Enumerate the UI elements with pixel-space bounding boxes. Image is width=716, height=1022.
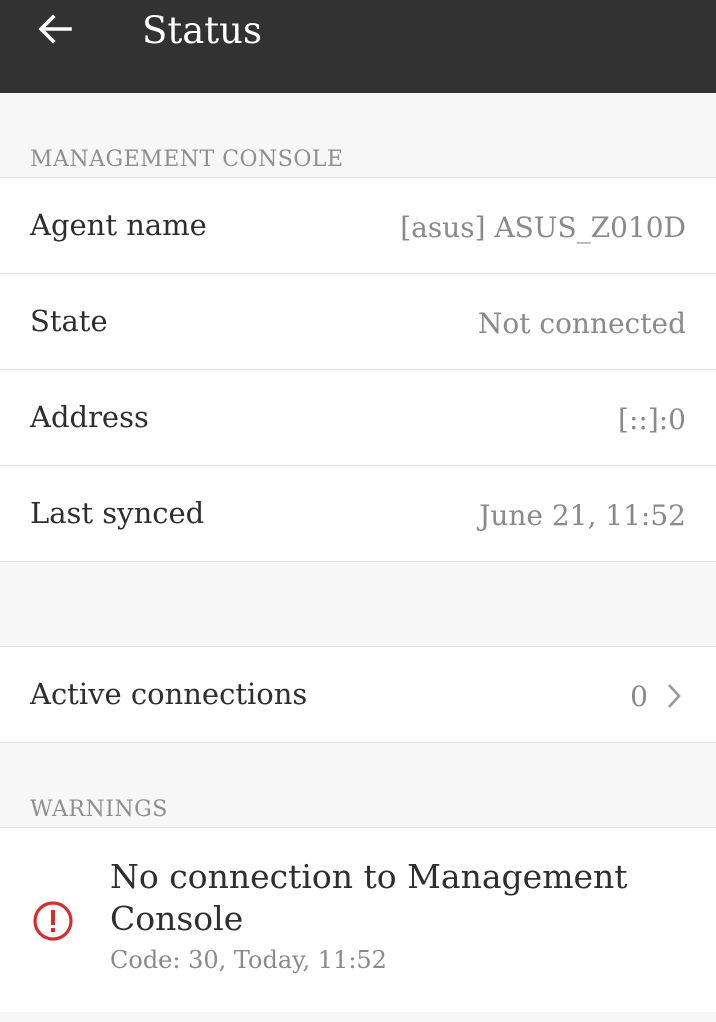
chevron-right-icon bbox=[668, 684, 681, 708]
warning-item[interactable]: No connection to Management Console Code… bbox=[0, 827, 716, 1012]
row-agent-name: Agent name [asus] ASUS_Z010D bbox=[0, 177, 716, 273]
row-state: State Not connected bbox=[0, 273, 716, 369]
row-value: Not connected bbox=[477, 307, 686, 340]
row-label: Address bbox=[30, 400, 149, 434]
warning-subtitle: Code: 30, Today, 11:52 bbox=[110, 946, 387, 974]
page-title: Status bbox=[142, 9, 262, 52]
row-label: State bbox=[30, 304, 108, 338]
app-bar: Status bbox=[0, 0, 716, 93]
warning-title: No connection to Management Console bbox=[110, 857, 628, 938]
row-value: [asus] ASUS_Z010D bbox=[400, 211, 686, 244]
row-last-synced: Last synced June 21, 11:52 bbox=[0, 465, 716, 561]
row-address: Address [::]:0 bbox=[0, 369, 716, 465]
active-connections-count: 0 bbox=[630, 680, 648, 713]
error-circle-icon bbox=[33, 901, 73, 941]
row-value: June 21, 11:52 bbox=[479, 499, 686, 532]
arrow-left-icon bbox=[38, 14, 72, 44]
row-label: Active connections bbox=[30, 677, 308, 711]
row-active-connections[interactable]: Active connections 0 bbox=[0, 646, 716, 742]
divider bbox=[0, 742, 716, 743]
row-label: Agent name bbox=[30, 208, 207, 242]
section-header-warnings: WARNINGS bbox=[30, 797, 168, 822]
section-header-management-console: MANAGEMENT CONSOLE bbox=[30, 147, 344, 172]
back-button[interactable] bbox=[30, 6, 80, 52]
divider bbox=[0, 561, 716, 562]
row-value: [::]:0 bbox=[618, 403, 686, 436]
row-label: Last synced bbox=[30, 496, 205, 530]
